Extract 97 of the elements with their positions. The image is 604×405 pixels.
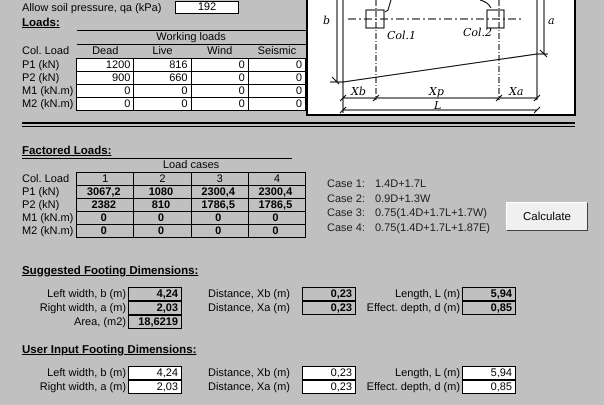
input-field[interactable]: 2,03 xyxy=(128,380,182,394)
input-field[interactable]: 4,24 xyxy=(128,366,182,380)
input-field[interactable]: 5,94 xyxy=(462,366,516,380)
field-label: Effect. depth, d (m) xyxy=(366,380,461,394)
table-cell: 2300,4 xyxy=(248,186,306,198)
field-label: Length, L (m) xyxy=(394,366,461,380)
dimension-label: Xa xyxy=(509,85,524,98)
case-label: Case 4: xyxy=(327,220,366,235)
value-field: 0,85 xyxy=(462,301,516,315)
case-formula: 0.9D+1.3W xyxy=(375,192,430,206)
field-label: Distance, Xa (m) xyxy=(208,301,291,315)
case-label: Case 1: xyxy=(327,177,366,192)
table-cell: 0 xyxy=(76,224,134,238)
input-cell[interactable]: 660 xyxy=(134,72,192,84)
table-cell: 1786,5 xyxy=(248,198,306,212)
dimension-label: L xyxy=(434,99,442,112)
case-formula: 1.4D+1.7L xyxy=(375,177,426,192)
dimension-label: a xyxy=(548,14,555,27)
table-cell: 0 xyxy=(248,212,306,224)
table-cell: 0 xyxy=(134,212,192,224)
table-cell: 0 xyxy=(191,224,248,238)
table-cell: 2382 xyxy=(76,198,134,212)
table-cell: 810 xyxy=(134,198,192,212)
row-header: M2 (kN.m) xyxy=(22,98,77,110)
input-cell[interactable]: 0 xyxy=(248,58,306,72)
column-header: Wind xyxy=(191,44,248,58)
input-field[interactable]: 0,85 xyxy=(462,380,516,394)
table-cell: 0 xyxy=(191,212,248,224)
dimension-label: b xyxy=(323,14,330,27)
input-cell[interactable]: 0 xyxy=(134,98,192,110)
table-cell: 2300,4 xyxy=(191,186,248,198)
input-cell[interactable]: 0 xyxy=(191,58,248,72)
column-header: Dead xyxy=(76,44,134,58)
field-label: Right width, a (m) xyxy=(38,380,127,394)
field-label: Right width, a (m) xyxy=(38,301,127,315)
calculate-button[interactable]: Calculate xyxy=(506,202,588,231)
table-cell: 1080 xyxy=(134,186,192,198)
section-heading: Factored Loads: xyxy=(22,144,292,159)
dimension-label: Xb xyxy=(351,85,366,98)
section-heading: Suggested Footing Dimensions: xyxy=(22,264,200,278)
input-cell[interactable]: 0 xyxy=(76,98,134,110)
value-field: 0,23 xyxy=(302,301,356,315)
input-cell[interactable]: 0 xyxy=(191,98,248,110)
value-field: 5,94 xyxy=(462,287,516,301)
field-label: Left width, b (m) xyxy=(46,287,127,301)
input-cell[interactable]: 0 xyxy=(248,84,306,98)
input-field[interactable]: 0,23 xyxy=(302,366,356,380)
case-label: Case 3: xyxy=(327,206,366,220)
field-label: Distance, Xb (m) xyxy=(208,366,291,380)
column-label: Col.1 xyxy=(387,29,416,42)
field-label: Effect. depth, d (m) xyxy=(366,301,461,315)
input-field[interactable]: 192 xyxy=(175,1,239,14)
field-label: Length, L (m) xyxy=(394,287,461,301)
field-label: Left width, b (m) xyxy=(46,366,127,380)
input-cell[interactable]: 0 xyxy=(248,98,306,110)
field-label: Distance, Xa (m) xyxy=(208,380,291,394)
case-label: Case 2: xyxy=(327,192,366,206)
input-cell[interactable]: 900 xyxy=(76,72,134,84)
column-label: Col.2 xyxy=(463,26,492,39)
input-cell[interactable]: 0 xyxy=(248,72,306,84)
section-heading: Loads: xyxy=(22,16,61,30)
value-field: 18,6219 xyxy=(128,315,182,329)
field-label: Area, (m2) xyxy=(73,315,127,329)
row-header: M1 (kN.m) xyxy=(22,212,77,224)
field-label: Distance, Xb (m) xyxy=(208,287,291,301)
row-header: Col. Load xyxy=(22,44,77,58)
input-cell[interactable]: 0 xyxy=(134,84,192,98)
table-cell: 0 xyxy=(76,212,134,224)
column-header: Live xyxy=(134,44,192,58)
table-group-header: Load cases xyxy=(76,159,306,172)
case-formula: 0.75(1.4D+1.7L+1.7W) xyxy=(375,206,487,220)
dimension-label: Xp xyxy=(429,85,444,98)
row-header: P2 (kN) xyxy=(22,72,77,84)
row-header: P1 (kN) xyxy=(22,58,77,72)
row-header: P1 (kN) xyxy=(22,186,77,198)
table-cell: 0 xyxy=(248,224,306,238)
table-group-header: Working loads xyxy=(76,30,306,44)
value-field: 2,03 xyxy=(128,301,182,315)
value-field: 4,24 xyxy=(128,287,182,301)
input-cell[interactable]: 1200 xyxy=(76,58,134,72)
input-cell[interactable]: 816 xyxy=(134,58,192,72)
column-header: Seismic xyxy=(248,44,306,58)
row-header: Col. Load xyxy=(22,172,77,186)
table-cell: 1786,5 xyxy=(191,198,248,212)
row-header: M2 (kN.m) xyxy=(22,224,77,238)
row-header: M1 (kN.m) xyxy=(22,84,77,98)
table-cell: 3067,2 xyxy=(76,186,134,198)
row-header: P2 (kN) xyxy=(22,198,77,212)
input-cell[interactable]: 0 xyxy=(191,72,248,84)
input-field[interactable]: 0,23 xyxy=(302,380,356,394)
input-cell[interactable]: 0 xyxy=(76,84,134,98)
value-field: 0,23 xyxy=(302,287,356,301)
input-cell[interactable]: 0 xyxy=(191,84,248,98)
table-cell: 0 xyxy=(134,224,192,238)
case-formula: 0.75(1.4D+1.7L+1.87E) xyxy=(375,220,490,235)
section-heading: User Input Footing Dimensions: xyxy=(22,343,198,357)
field-label: Allow soil pressure, qa (kPa) xyxy=(22,2,162,14)
